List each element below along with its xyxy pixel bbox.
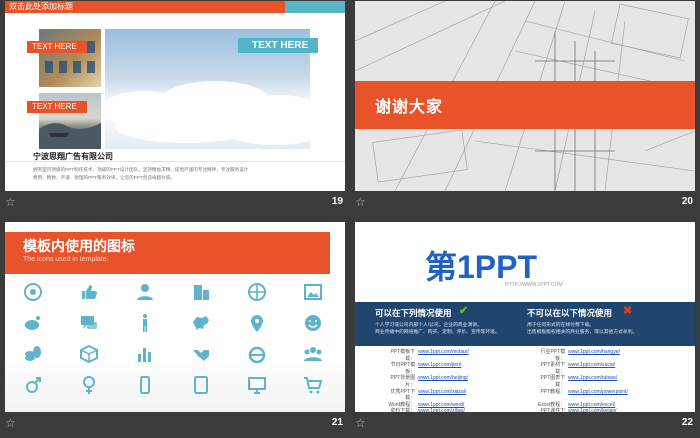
monitor-icon: [246, 374, 268, 396]
link[interactable]: www.1ppt.com/excel/: [568, 402, 685, 409]
smiley-icon: [302, 312, 324, 334]
box-icon: [78, 343, 100, 365]
slide-transition-icon: ☆: [5, 416, 16, 430]
link-label: PPT图表下载：: [540, 375, 566, 388]
slide-20[interactable]: 谢谢大家: [355, 1, 695, 191]
link[interactable]: www.1ppt.com/moban/: [418, 349, 535, 362]
link-label: 行业PPT模板：: [540, 349, 566, 362]
allowed-title: 可以在下列情况使用: [375, 308, 452, 318]
building-photo: [39, 29, 101, 87]
china-map-icon: [190, 312, 212, 334]
link[interactable]: www.1ppt.com/jieri/: [418, 362, 535, 375]
link-row: Word教程： www.1ppt.com/word/Excel教程： www.1pp…: [385, 402, 685, 409]
title-bar-accent: [285, 1, 345, 13]
link[interactable]: www.1ppt.com/sucai/: [568, 362, 685, 375]
person-icon: [134, 312, 156, 334]
slide-19[interactable]: 双击此处添加标题 TEXT HERE TEXT HERE TEXT HERE 宁…: [5, 1, 345, 191]
logo: 第1PPT HTTP://WWW.1PPT.COM: [425, 249, 563, 288]
slide-subtitle: The icons used in template.: [23, 256, 109, 263]
slide-title: 模板内使用的图标: [23, 238, 135, 254]
female-icon: [78, 374, 100, 396]
link-label: PPT素材下载：: [540, 362, 566, 375]
forbidden-title: 不可以在以下情况使用: [527, 308, 613, 318]
slide-transition-icon: ☆: [355, 416, 366, 430]
bar-chart-icon: [134, 343, 156, 365]
weibo-icon: [22, 312, 44, 334]
phone-icon: [134, 374, 156, 396]
company-description: 拥有室内顶级的PPT制作技术、顶级的PPT设计团队，坚持精益求精，提倡严谨的专注…: [33, 167, 249, 180]
basketball-icon: [246, 281, 268, 303]
slide-number: 21: [331, 417, 343, 428]
link[interactable]: www.1ppt.com/tubiao/: [568, 375, 685, 388]
tablet-icon: [190, 374, 212, 396]
slide-number: 19: [331, 196, 343, 207]
download-links: PPT模板下载： www.1ppt.com/moban/行业PPT模板： www.1…: [385, 349, 685, 412]
slide-21[interactable]: 模板内使用的图标 The icons used in template.: [5, 222, 345, 412]
link-label: 节日PPT模板：: [390, 362, 416, 375]
slide-number: 22: [681, 417, 693, 428]
slide-number: 20: [681, 196, 693, 207]
svg-text:HTTP://WWW.1PPT.COM: HTTP://WWW.1PPT.COM: [505, 282, 563, 288]
text-tag-1: TEXT HERE: [27, 41, 87, 53]
slide-22[interactable]: 第1PPT HTTP://WWW.1PPT.COM 可以在下列情况使用 ✔ 个人…: [355, 222, 695, 412]
group-icon: [302, 343, 324, 365]
link[interactable]: www.1ppt.com/xiazai/: [418, 389, 535, 402]
link-label: PPT背景图片：: [390, 375, 416, 388]
forbidden-text: 用于任何形式的在线付费下载。 出售模板版权相关的商业服务，或以其他方式牟利。: [527, 323, 638, 335]
link-row: PPT背景图片： www.1ppt.com/beijing/PPT图表下载： www…: [385, 375, 685, 388]
link[interactable]: www.1ppt.com/beijing/: [418, 375, 535, 388]
slide-transition-icon: ☆: [5, 195, 16, 209]
cart-icon: [302, 374, 324, 396]
coins-icon: [22, 343, 44, 365]
svg-text:第1PPT: 第1PPT: [425, 249, 537, 285]
allowed-text: 个人学习或公司内部个人/公司，企业的商业演讲。 商业传播中的网络推广、购买、定制…: [375, 323, 500, 335]
check-icon: ✔: [459, 305, 469, 317]
link-label: PPT模板下载：: [390, 349, 416, 362]
handshake-icon: [190, 343, 212, 365]
ie-icon: [246, 343, 268, 365]
text-tag-2: TEXT HERE: [27, 101, 87, 113]
link-label: 优秀PPT下载：: [390, 388, 416, 402]
link[interactable]: www.1ppt.com/word/: [418, 402, 535, 409]
link-label: PPT教程：: [540, 388, 566, 395]
image-icon: [302, 281, 324, 303]
link-row: 节日PPT模板： www.1ppt.com/jieri/PPT素材下载： www.1…: [385, 362, 685, 375]
slide-title: 双击此处添加标题: [9, 2, 73, 11]
text-tag-3: TEXT HERE: [238, 38, 318, 53]
slide-transition-icon: ☆: [355, 195, 366, 209]
cross-icon: ✖: [623, 305, 633, 317]
link-row: 优秀PPT下载： www.1ppt.com/xiazai/PPT教程： www.1p…: [385, 389, 685, 402]
thanks-text: 谢谢大家: [375, 99, 444, 116]
link[interactable]: www.1ppt.com/hangye/: [568, 349, 685, 362]
user-icon: [134, 281, 156, 303]
thumbs-up-icon: [78, 281, 100, 303]
link[interactable]: www.1ppt.com/powerpoint/: [568, 389, 685, 402]
divider: [5, 161, 345, 162]
location-pin-icon: [246, 312, 268, 334]
male-icon: [22, 374, 44, 396]
chat-icon: [78, 312, 100, 334]
chrome-icon: [22, 281, 44, 303]
link-row: PPT模板下载： www.1ppt.com/moban/行业PPT模板： www.1…: [385, 349, 685, 362]
building-icon: [190, 281, 212, 303]
